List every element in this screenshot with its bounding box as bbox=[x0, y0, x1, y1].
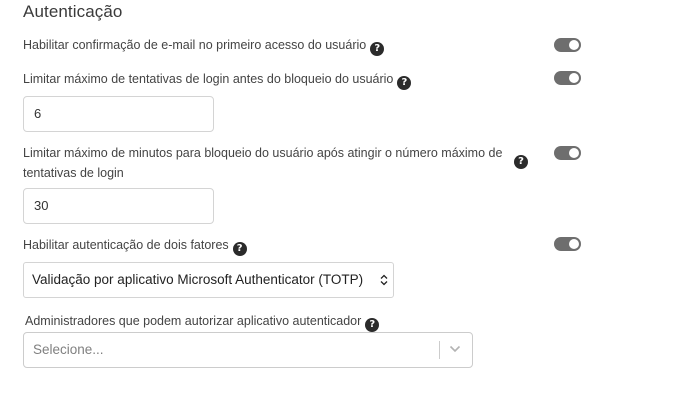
email-confirmation-label-text: Habilitar confirmação de e-mail no prime… bbox=[23, 38, 367, 52]
admins-placeholder: Selecione... bbox=[33, 342, 104, 357]
toggle-knob bbox=[569, 148, 579, 158]
admins-multiselect[interactable]: Selecione... bbox=[23, 332, 473, 368]
max-login-attempts-toggle[interactable] bbox=[554, 71, 581, 85]
help-icon[interactable]: ? bbox=[397, 76, 412, 90]
toggle-knob bbox=[569, 239, 579, 249]
lock-minutes-label-line2: tentativas de login bbox=[23, 166, 124, 180]
lock-minutes-toggle[interactable] bbox=[554, 146, 581, 160]
admins-label-text: Administradores que podem autorizar apli… bbox=[25, 314, 362, 328]
chevron-down-icon[interactable] bbox=[449, 345, 461, 353]
two-factor-label-text: Habilitar autenticação de dois fatores bbox=[23, 238, 229, 252]
max-login-attempts-input[interactable]: 6 bbox=[23, 96, 214, 132]
email-confirmation-toggle[interactable] bbox=[554, 38, 581, 52]
two-factor-toggle[interactable] bbox=[554, 237, 581, 251]
admins-label: Administradores que podem autorizar apli… bbox=[25, 311, 380, 332]
lock-minutes-label: Limitar máximo de minutos para bloqueio … bbox=[23, 143, 502, 183]
section-title: Autenticação bbox=[23, 2, 123, 21]
email-confirmation-label: Habilitar confirmação de e-mail no prime… bbox=[23, 35, 385, 56]
lock-minutes-input[interactable]: 30 bbox=[23, 188, 214, 224]
help-icon[interactable]: ? bbox=[232, 242, 247, 256]
toggle-knob bbox=[569, 40, 579, 50]
select-arrows-icon bbox=[380, 274, 388, 286]
help-icon[interactable]: ? bbox=[514, 155, 528, 169]
two-factor-method-select[interactable]: Validação por aplicativo Microsoft Authe… bbox=[23, 262, 394, 298]
toggle-knob bbox=[569, 73, 579, 83]
help-icon[interactable]: ? bbox=[370, 42, 385, 56]
max-login-attempts-label: Limitar máximo de tentativas de login an… bbox=[23, 69, 412, 90]
select-separator bbox=[439, 341, 440, 359]
lock-minutes-label-line1: Limitar máximo de minutos para bloqueio … bbox=[23, 146, 503, 160]
two-factor-method-value: Validação por aplicativo Microsoft Authe… bbox=[32, 272, 364, 287]
two-factor-label: Habilitar autenticação de dois fatores? bbox=[23, 235, 247, 256]
max-login-attempts-label-text: Limitar máximo de tentativas de login an… bbox=[23, 72, 394, 86]
help-icon[interactable]: ? bbox=[365, 318, 380, 332]
